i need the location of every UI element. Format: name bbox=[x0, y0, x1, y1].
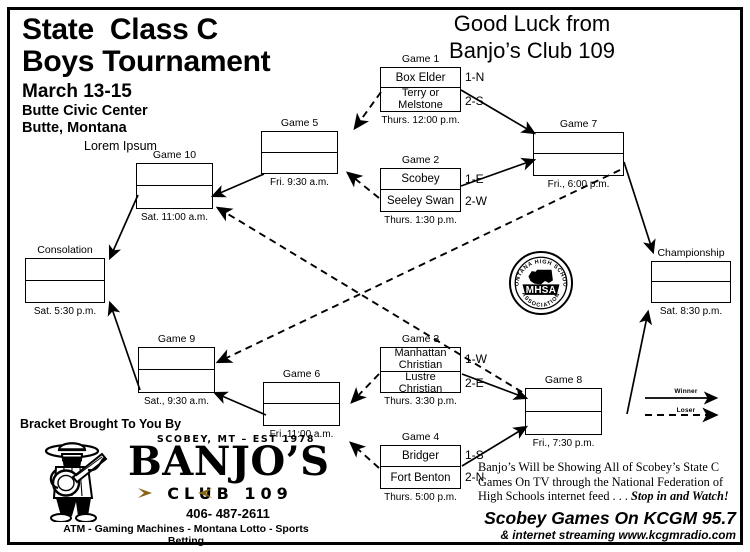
promo-stream-url[interactable]: & internet streaming www.kcgmradio.com bbox=[478, 528, 736, 542]
promo-block: Banjo’s Will be Showing All of Scobey’s … bbox=[478, 460, 736, 542]
game9-top-team[interactable] bbox=[139, 348, 214, 370]
game8-time: Fri., 7:30 p.m. bbox=[532, 438, 595, 449]
legend-winner-label: Winner bbox=[674, 388, 698, 395]
promo-stop-in-and-watch: Stop in and Watch! bbox=[631, 489, 729, 504]
mhsa-seal-icon: MHSA MONTANA HIGH SCHOOL ASSOCIATION bbox=[505, 246, 574, 316]
tournament-dates: March 13-15 bbox=[22, 81, 132, 102]
game8-top-team[interactable] bbox=[526, 389, 601, 412]
game6-top-team[interactable] bbox=[264, 383, 339, 404]
game5-time: Fri. 9:30 a.m. bbox=[270, 177, 329, 188]
game-box-game3[interactable]: Game 3 Manhattan Christian Lustre Christ… bbox=[380, 333, 461, 407]
promo-line-3-text: High Schools internet feed . . . bbox=[478, 489, 628, 504]
game-box-game4[interactable]: Game 4 Bridger Fort Benton Thurs. 5:00 p… bbox=[380, 431, 461, 503]
game-box-championship[interactable]: Championship Sat. 8:30 p.m. bbox=[651, 247, 731, 317]
championship-time: Sat. 8:30 p.m. bbox=[659, 306, 723, 317]
banjos-gold-dashes bbox=[124, 488, 226, 498]
game5-bottom-team[interactable] bbox=[262, 153, 337, 174]
game3-label: Game 3 bbox=[401, 333, 440, 345]
game7-top-team[interactable] bbox=[534, 133, 623, 154]
mhsa-center-text: MHSA bbox=[526, 285, 556, 296]
game-box-game7[interactable]: Game 7 Fri., 6:00 p.m. bbox=[533, 118, 624, 190]
game-box-game2[interactable]: Game 2 Scobey Seeley Swan Thurs. 1:30 p.… bbox=[380, 154, 461, 226]
mhsa-logo: MHSA MONTANA HIGH SCHOOL ASSOCIATION bbox=[505, 246, 574, 316]
banjos-wordmark: BANJO’S bbox=[128, 438, 330, 485]
game10-bottom-team[interactable] bbox=[137, 186, 212, 208]
game1-time: Thurs. 12:00 p.m. bbox=[381, 115, 460, 126]
consolation-label: Consolation bbox=[37, 244, 93, 256]
game2-top-team[interactable]: Scobey bbox=[381, 169, 460, 190]
game-box-game1[interactable]: Game 1 Box Elder Terry or Melstone Thurs… bbox=[380, 53, 461, 126]
game6-label: Game 6 bbox=[282, 368, 321, 380]
game2-bottom-seed: 2-W bbox=[465, 194, 487, 208]
bracket-legend: Winner Loser bbox=[640, 388, 732, 422]
game-box-game5[interactable]: Game 5 Fri. 9:30 a.m. bbox=[261, 117, 338, 188]
game2-top-seed: 1-E bbox=[465, 172, 484, 186]
game9-time: Sat., 9:30 a.m. bbox=[143, 396, 210, 407]
championship-label: Championship bbox=[657, 247, 725, 259]
game1-bottom-team[interactable]: Terry or Melstone bbox=[381, 87, 460, 111]
promo-line-3: High Schools internet feed . . . Stop in… bbox=[478, 489, 736, 504]
game-box-game9[interactable]: Game 9 Sat., 9:30 a.m. bbox=[138, 333, 215, 407]
game8-label: Game 8 bbox=[544, 374, 583, 386]
game4-label: Game 4 bbox=[401, 431, 440, 443]
game7-bottom-team[interactable] bbox=[534, 154, 623, 175]
game10-label: Game 10 bbox=[152, 149, 197, 161]
good-luck-line-1: Good Luck from bbox=[453, 11, 611, 36]
bracket-brought-by-label: Bracket Brought To You By bbox=[20, 417, 182, 431]
championship-top-team[interactable] bbox=[652, 262, 730, 282]
montana-state-shape bbox=[528, 269, 553, 285]
game2-bottom-team[interactable]: Seeley Swan bbox=[381, 190, 460, 211]
game9-bottom-team[interactable] bbox=[139, 370, 214, 392]
game10-time: Sat. 11:00 a.m. bbox=[140, 212, 209, 223]
game3-top-seed: 1-W bbox=[465, 352, 487, 366]
bracket-poster: State Class C Boys Tournament March 13-1… bbox=[0, 0, 750, 552]
game4-top-team[interactable]: Bridger bbox=[381, 446, 460, 467]
championship-bottom-team[interactable] bbox=[652, 282, 730, 302]
game2-time: Thurs. 1:30 p.m. bbox=[384, 215, 457, 226]
game6-bottom-team[interactable] bbox=[264, 404, 339, 425]
banjos-club-logo: SCOBEY, MT – EST 1978 BANJO’S CLUB 109 4… bbox=[28, 432, 329, 547]
game4-time: Thurs. 5:00 p.m. bbox=[384, 492, 457, 503]
game3-bottom-team[interactable]: Lustre Christian bbox=[381, 371, 460, 395]
game-box-consolation[interactable]: Consolation Sat. 5:30 p.m. bbox=[25, 244, 105, 317]
game5-label: Game 5 bbox=[280, 117, 319, 129]
game-box-game10[interactable]: Game 10 Sat. 11:00 a.m. bbox=[136, 149, 213, 223]
game3-top-team[interactable]: Manhattan Christian bbox=[381, 347, 460, 372]
game1-label: Game 1 bbox=[401, 53, 440, 65]
game5-top-team[interactable] bbox=[262, 132, 337, 153]
title-line-1: State Class C bbox=[22, 13, 218, 46]
game8-bottom-team[interactable] bbox=[526, 412, 601, 435]
game3-bottom-seed: 2-E bbox=[465, 376, 484, 390]
consolation-top-team[interactable] bbox=[26, 259, 104, 281]
consolation-bottom-team[interactable] bbox=[26, 281, 104, 303]
promo-line-2: Games On TV through the National Federat… bbox=[478, 474, 724, 489]
legend-loser-label: Loser bbox=[676, 407, 696, 414]
title-line-2: Boys Tournament bbox=[22, 45, 271, 78]
game1-bottom-seed: 2-S bbox=[465, 94, 484, 108]
banjo-player-mascot-icon bbox=[44, 442, 108, 522]
banjos-phone[interactable]: 406- 487-2611 bbox=[133, 506, 323, 521]
game-box-game8[interactable]: Game 8 Fri., 7:30 p.m. bbox=[525, 374, 602, 449]
banjos-services-tagline: ATM - Gaming Machines - Montana Lotto - … bbox=[63, 523, 309, 547]
game-box-game6[interactable]: Game 6 Fri. 11:00 a.m. bbox=[263, 368, 340, 440]
game7-time: Fri., 6:00 p.m. bbox=[547, 179, 610, 190]
game2-label: Game 2 bbox=[401, 154, 440, 166]
game10-top-team[interactable] bbox=[137, 164, 212, 186]
promo-kcgm-headline: Scobey Games On KCGM 95.7 bbox=[484, 507, 736, 528]
game3-time: Thurs. 3:30 p.m. bbox=[384, 396, 457, 407]
game1-top-seed: 1-N bbox=[465, 70, 485, 84]
game1-top-team[interactable]: Box Elder bbox=[381, 68, 460, 88]
game9-label: Game 9 bbox=[157, 333, 196, 345]
consolation-time: Sat. 5:30 p.m. bbox=[33, 306, 97, 317]
game4-bottom-team[interactable]: Fort Benton bbox=[381, 467, 460, 488]
promo-line-1: Banjo’s Will be Showing All of Scobey’s … bbox=[478, 460, 720, 474]
game7-label: Game 7 bbox=[559, 118, 598, 130]
